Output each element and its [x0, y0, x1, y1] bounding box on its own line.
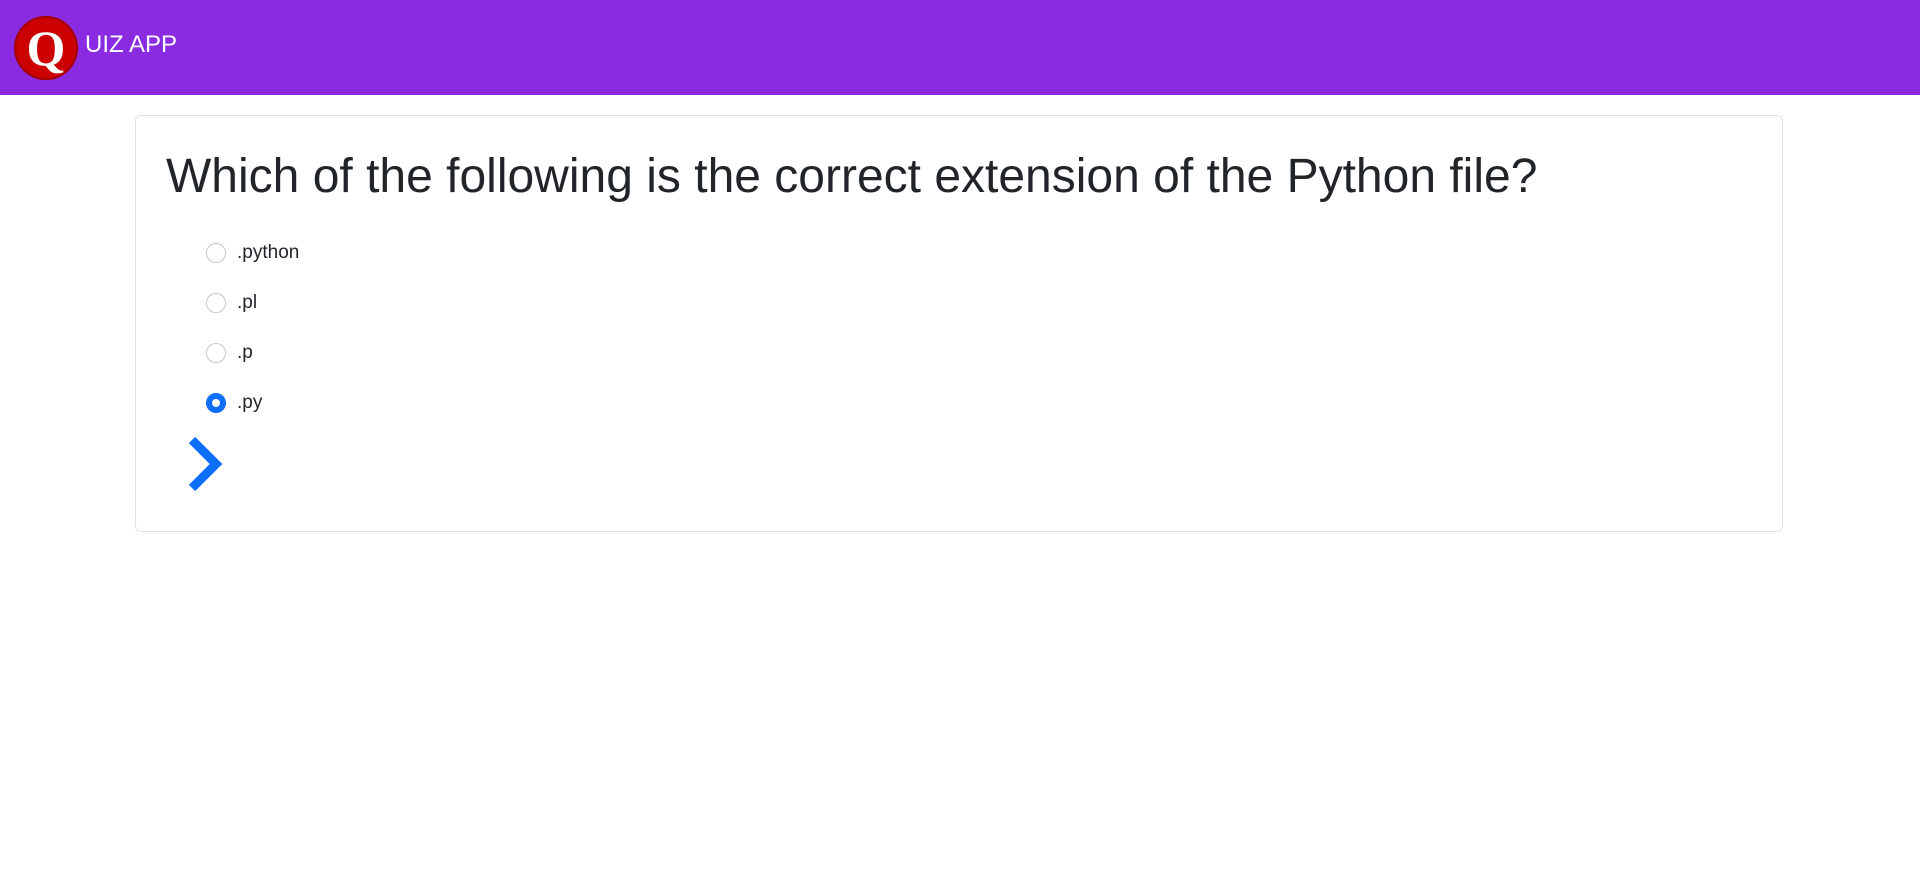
chevron-right-icon	[188, 436, 223, 492]
radio-button[interactable]	[206, 393, 226, 413]
option-label: .python	[237, 242, 300, 263]
option-label: .p	[237, 342, 253, 363]
next-button[interactable]	[180, 436, 230, 498]
option-label: .py	[237, 392, 263, 413]
answer-options: .python .pl .p .py	[206, 228, 299, 428]
navbar: Q UIZ APP	[0, 0, 1920, 95]
app-title[interactable]: UIZ APP	[85, 30, 177, 60]
option-pl[interactable]: .pl	[206, 278, 299, 328]
question-card: Which of the following is the correct ex…	[135, 115, 1783, 532]
option-py[interactable]: .py	[206, 378, 299, 428]
option-p[interactable]: .p	[206, 328, 299, 378]
option-python[interactable]: .python	[206, 228, 299, 278]
option-label: .pl	[237, 292, 258, 313]
quiz-logo[interactable]: Q	[14, 16, 78, 80]
logo-letter: Q	[26, 20, 66, 76]
radio-button[interactable]	[206, 293, 226, 313]
radio-button[interactable]	[206, 343, 226, 363]
radio-button[interactable]	[206, 243, 226, 263]
question-text: Which of the following is the correct ex…	[166, 150, 1538, 203]
